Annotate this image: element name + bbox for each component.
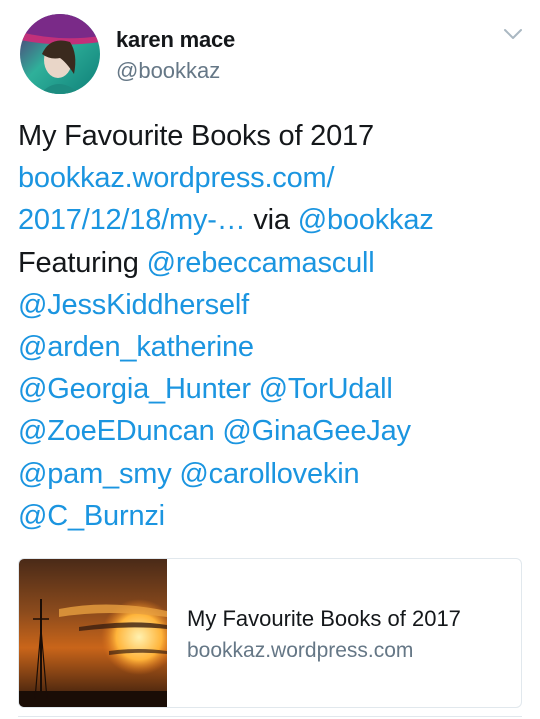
tweet-text-line: @JessKiddherself	[18, 284, 530, 326]
tweet-text-line: My Favourite Books of 2017	[18, 115, 530, 157]
tweet-text-segment: My Favourite Books of 2017	[18, 120, 374, 152]
tweet-text-line: bookkaz.wordpress.com/	[18, 157, 530, 199]
author-handle[interactable]: @bookkaz	[116, 58, 220, 84]
mention-link[interactable]: @TorUdall	[259, 373, 393, 405]
mention-link[interactable]: @carollovekin	[179, 458, 359, 490]
mention-link[interactable]: @arden_katherine	[18, 331, 254, 363]
divider	[18, 716, 522, 717]
avatar[interactable]	[20, 14, 100, 94]
tweet-text: My Favourite Books of 2017 bookkaz.wordpr…	[18, 115, 530, 537]
mention-link[interactable]: @JessKiddherself	[18, 289, 249, 321]
mention-link[interactable]: @C_Burnzi	[18, 500, 165, 532]
tweet-text-line: @Georgia_Hunter @TorUdall	[18, 368, 530, 410]
chevron-down-icon[interactable]	[502, 26, 524, 42]
mention-link[interactable]: @pam_smy	[18, 458, 172, 490]
link-card[interactable]: My Favourite Books of 2017 bookkaz.wordp…	[18, 558, 522, 708]
mention-link[interactable]: @Georgia_Hunter	[18, 373, 251, 405]
tweet-text-line: @pam_smy @carollovekin	[18, 453, 530, 495]
tweet-text-line: @C_Burnzi	[18, 495, 530, 537]
tweet-text-line: Featuring @rebeccamascull	[18, 242, 530, 284]
tweet-text-segment: via	[245, 204, 298, 237]
url-link[interactable]: bookkaz.wordpress.com/	[18, 162, 335, 194]
mention-link[interactable]: @bookkaz	[298, 204, 434, 236]
tweet: karen mace @bookkaz My Favourite Books o…	[0, 0, 540, 719]
tweet-text-line: @ZoeEDuncan @GinaGeeJay	[18, 410, 530, 452]
mention-link[interactable]: @ZoeEDuncan	[18, 415, 215, 447]
mention-link[interactable]: @GinaGeeJay	[222, 415, 411, 447]
tweet-text-segment: Featuring	[18, 246, 147, 279]
tweet-text-line: @arden_katherine	[18, 326, 530, 368]
avatar-image	[20, 14, 100, 94]
author-display-name[interactable]: karen mace	[116, 27, 235, 53]
mention-link[interactable]: @rebeccamascull	[147, 247, 375, 279]
tweet-text-segment	[251, 373, 259, 405]
card-domain: bookkaz.wordpress.com	[187, 639, 414, 662]
card-thumbnail	[19, 559, 167, 707]
url-link[interactable]: 2017/12/18/my-…	[18, 204, 246, 236]
tweet-text-line: 2017/12/18/my-… via @bookkaz	[18, 199, 530, 241]
card-title: My Favourite Books of 2017	[187, 606, 461, 631]
